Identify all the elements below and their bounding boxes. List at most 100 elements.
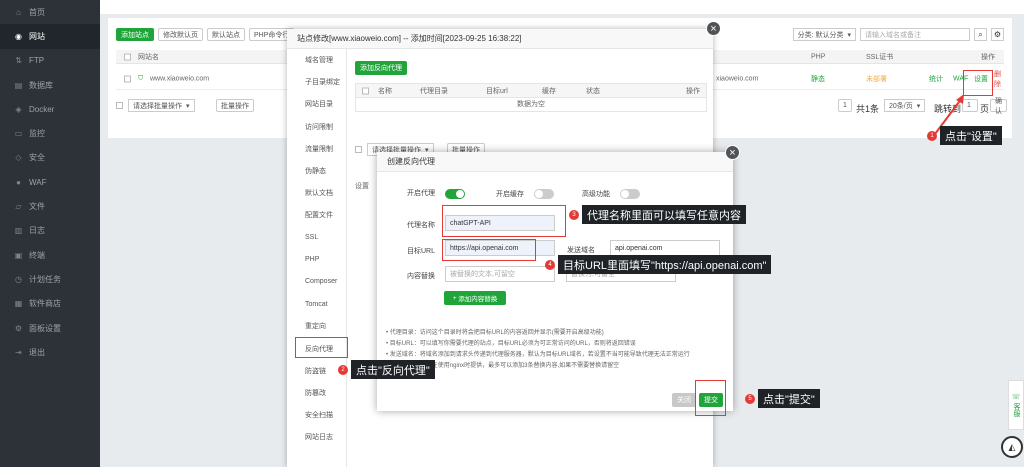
per-page-select[interactable]: 20条/页 ▾ <box>884 99 926 112</box>
site-nav-item-15[interactable]: 防篡改 <box>287 382 346 404</box>
category-select-label: 分类: 默认分类 <box>797 31 844 39</box>
site-nav-item-2[interactable]: 网站目录 <box>287 93 346 115</box>
php-version[interactable]: 静态 <box>811 74 825 84</box>
site-nav-item-1[interactable]: 子目录绑定 <box>287 71 346 93</box>
ssl-status[interactable]: 未部署 <box>866 74 887 84</box>
sidebar-item-9[interactable]: ▥ 日志 <box>0 219 100 243</box>
note-item: • 代理目录：访问这个目录时将会把目标URL的内容返回并显示(需要开启高级功能) <box>386 330 604 336</box>
sidebar-item-13[interactable]: ⚙ 面板设置 <box>0 316 100 340</box>
logo-icon[interactable]: ◭ <box>1001 436 1023 458</box>
note-text: 发送域名：将域名添加到请求头传递到代理服务器，默认为目标URL域名，若设置不当可… <box>389 352 690 358</box>
gear-icon[interactable]: ⚙ <box>991 28 1004 41</box>
delete-link[interactable]: 删除 <box>994 69 1004 89</box>
site-nav-item-6[interactable]: 默认文档 <box>287 182 346 204</box>
col-site-name[interactable]: 网站名 <box>138 52 159 62</box>
site-settings-nav: 域名管理 子目录绑定 网站目录 访问限制 流量限制 伪静态 默认文档 配置文件 SSL PHP Co… <box>287 49 347 467</box>
enable-proxy-toggle[interactable] <box>445 189 465 199</box>
stats-link[interactable]: 统计 <box>929 74 943 84</box>
sidebar-item-14[interactable]: ⇥ 退出 <box>0 340 100 364</box>
sidebar-item-5[interactable]: ▭ 监控 <box>0 121 100 145</box>
site-nav-item-12[interactable]: 重定向 <box>287 315 346 337</box>
enable-cache-toggle[interactable] <box>534 189 554 199</box>
callout-number: 3 <box>569 209 579 220</box>
sidebar-item-8[interactable]: ▱ 文件 <box>0 194 100 218</box>
sidebar-item-10[interactable]: ▣ 终端 <box>0 243 100 267</box>
create-proxy-title: 创建反向代理 <box>377 152 733 172</box>
site-nav-item-0[interactable]: 域名管理 <box>287 49 346 71</box>
default-page-button[interactable]: 修改默认页 <box>158 28 203 41</box>
send-domain-input[interactable]: api.openai.com <box>610 240 720 256</box>
site-nav-item-3[interactable]: 访问限制 <box>287 116 346 138</box>
site-nav-item-17[interactable]: 网站日志 <box>287 426 346 448</box>
select-all-checkbox[interactable] <box>124 53 131 60</box>
page-number[interactable]: 1 <box>838 99 852 112</box>
add-replace-button[interactable]: + 添加内容替换 <box>444 291 506 305</box>
proxy-col-dir: 代理目录 <box>420 87 448 95</box>
shield-icon: ◇ <box>15 153 22 163</box>
sidebar-item-label: 网站 <box>29 31 45 41</box>
highlight-proxy-name <box>442 205 566 237</box>
sidebar-item-4[interactable]: ◈ Docker <box>0 97 100 121</box>
monitor-icon: ▭ <box>14 129 23 139</box>
site-search-input[interactable]: 请输入域名或备注 <box>860 28 970 41</box>
sidebar-item-12[interactable]: ▦ 软件商店 <box>0 292 100 316</box>
site-nav-item-7[interactable]: 配置文件 <box>287 204 346 226</box>
callout-number: 2 <box>338 364 348 375</box>
note-item: • 目标URL：可以填写你需要代理的站点，目标URL必须为可正常访问的URL，否… <box>386 341 636 347</box>
sidebar-item-6[interactable]: ◇ 安全 <box>0 146 100 170</box>
callout-5: 5 点击"提交" <box>745 389 820 408</box>
col-ops: 操作 <box>981 53 995 61</box>
proxy-col-name: 名称 <box>378 87 392 95</box>
enable-cache-label: 开启缓存 <box>496 191 524 198</box>
sidebar-item-label: 软件商店 <box>29 299 61 309</box>
target-url-label: 目标URL <box>407 248 436 255</box>
proxy-name-label: 代理名称 <box>407 222 435 229</box>
enable-proxy-label: 开启代理 <box>407 190 435 197</box>
footer-checkbox[interactable] <box>116 102 123 109</box>
replace-from-input[interactable]: 被替换的文本,可留空 <box>445 266 555 282</box>
default-site-button[interactable]: 默认站点 <box>207 28 245 41</box>
site-nav-item-8[interactable]: SSL <box>287 227 346 249</box>
proxy-col-ops: 操作 <box>686 87 700 95</box>
close-icon[interactable]: × <box>706 21 721 36</box>
site-remark: xiaoweio.com <box>716 75 759 82</box>
callout-number: 1 <box>927 130 937 141</box>
close-button[interactable]: 关闭 <box>672 393 696 407</box>
highlight-target-url <box>442 239 536 261</box>
sidebar-item-label: 监控 <box>29 129 45 139</box>
batch-select[interactable]: 请选择批量操作 ▾ <box>128 99 195 112</box>
sidebar-item-11[interactable]: ◷ 计划任务 <box>0 267 100 291</box>
sidebar-item-2[interactable]: ⇅ FTP <box>0 49 100 73</box>
add-reverse-proxy-button[interactable]: 添加反向代理 <box>355 61 407 75</box>
sidebar-item-1[interactable]: ◉ 网站 <box>0 24 100 49</box>
send-domain-label: 发送域名 <box>567 247 595 254</box>
chevron-down-icon: ▾ <box>847 31 851 39</box>
advanced-label: 高级功能 <box>582 191 610 198</box>
sidebar-item-7[interactable]: ● WAF <box>0 170 100 194</box>
site-nav-item-10[interactable]: Composer <box>287 271 346 293</box>
category-select[interactable]: 分类: 默认分类 ▾ <box>792 28 856 41</box>
site-nav-item-16[interactable]: 安全扫描 <box>287 404 346 426</box>
sidebar-item-label: WAF <box>29 177 47 187</box>
site-nav-item-9[interactable]: PHP <box>287 249 346 271</box>
proxy-footer-checkbox[interactable] <box>355 146 362 153</box>
advanced-toggle[interactable] <box>620 189 640 199</box>
jump-confirm-button[interactable]: 确认 <box>990 98 1007 115</box>
site-name-link[interactable]: www.xiaoweio.com <box>150 75 209 82</box>
site-nav-item-5[interactable]: 伪静态 <box>287 160 346 182</box>
batch-button[interactable]: 批量操作 <box>216 99 254 112</box>
col-ssl: SSL证书 <box>866 53 894 61</box>
sidebar-item-3[interactable]: ▤ 数据库 <box>0 73 100 97</box>
proxy-select-all[interactable] <box>362 87 369 94</box>
page-unit: 页 <box>980 104 990 114</box>
site-nav-item-11[interactable]: Tomcat <box>287 293 346 315</box>
add-site-button[interactable]: 添加站点 <box>116 28 154 41</box>
sidebar-item-0[interactable]: ⌂ 首页 <box>0 0 100 24</box>
close-icon[interactable]: × <box>725 145 740 160</box>
customer-service-widget[interactable]: ☏ 客服 <box>1008 380 1024 430</box>
search-icon[interactable]: ⌕ <box>974 28 987 41</box>
note-text: 代理目录：访问这个目录时将会把目标URL的内容返回并显示(需要开启高级功能) <box>389 330 604 336</box>
row-checkbox[interactable] <box>124 75 131 82</box>
site-nav-item-4[interactable]: 流量限制 <box>287 138 346 160</box>
sidebar-item-label: 计划任务 <box>29 274 61 284</box>
